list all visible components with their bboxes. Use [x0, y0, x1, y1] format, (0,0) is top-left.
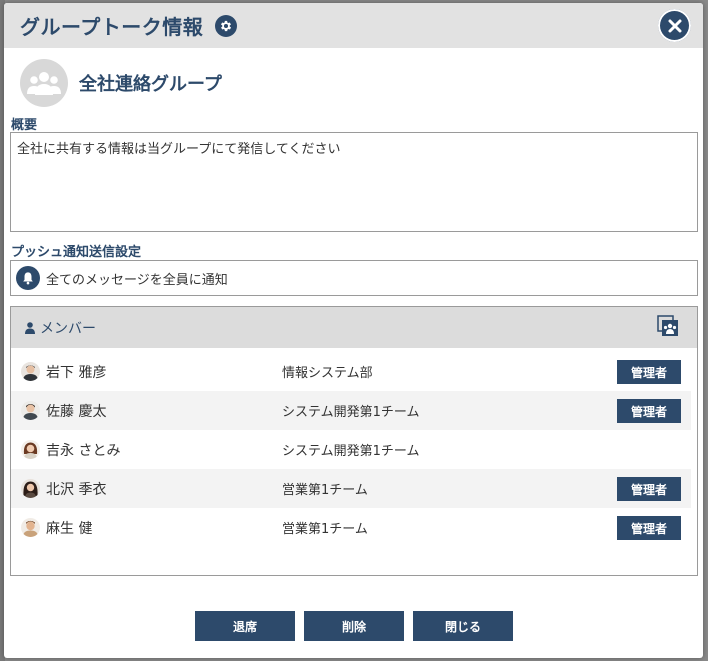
- member-dept: システム開発第1チーム: [282, 405, 420, 420]
- group-summary: 全社連絡グループ: [20, 58, 222, 108]
- group-name: 全社連絡グループ: [79, 74, 222, 95]
- dialog-title: グループトーク情報: [20, 15, 204, 39]
- table-row[interactable]: 岩下 雅彦 情報システム部 管理者: [11, 352, 691, 391]
- table-row[interactable]: 吉永 さとみ システム開発第1チーム: [11, 430, 691, 469]
- leave-button[interactable]: 退席: [195, 611, 295, 641]
- close-button[interactable]: 閉じる: [413, 611, 513, 641]
- member-avatar: [21, 518, 40, 537]
- dialog-header: グループトーク情報: [4, 3, 703, 48]
- admin-badge: 管理者: [617, 399, 681, 423]
- close-icon[interactable]: [658, 9, 691, 42]
- admin-badge: 管理者: [617, 477, 681, 501]
- member-name: 吉永 さとみ: [46, 442, 121, 459]
- member-avatar: [21, 479, 40, 498]
- members-header: メンバー: [11, 307, 697, 348]
- gear-icon[interactable]: [215, 14, 238, 37]
- delete-button[interactable]: 削除: [304, 611, 404, 641]
- overview-label: 概要: [11, 118, 38, 133]
- table-row[interactable]: 佐藤 慶太 システム開発第1チーム 管理者: [11, 391, 691, 430]
- member-avatar: [21, 362, 40, 381]
- member-dept: 営業第1チーム: [282, 522, 368, 537]
- member-name: 佐藤 慶太: [46, 403, 107, 420]
- group-talk-info-dialog: グループトーク情報 全社連絡グループ 概要 全社に共有する情報は当グループにて発…: [4, 3, 703, 658]
- member-avatar: [21, 401, 40, 420]
- member-dept: 営業第1チーム: [282, 483, 368, 498]
- overview-textarea[interactable]: 全社に共有する情報は当グループにて発信してください: [10, 132, 698, 232]
- group-users-icon: [20, 59, 68, 107]
- table-row[interactable]: 麻生 健 営業第1チーム 管理者: [11, 508, 691, 547]
- members-title: メンバー: [40, 320, 96, 337]
- member-name: 麻生 健: [46, 520, 93, 537]
- push-setting-value: 全てのメッセージを全員に通知: [46, 272, 228, 288]
- bell-icon: [16, 266, 40, 290]
- member-name: 北沢 季衣: [46, 481, 107, 498]
- push-setting-label: プッシュ通知送信設定: [11, 245, 142, 260]
- members-panel: メンバー 岩下 雅彦 情報システム部 管理者 佐藤 慶太 システム開発第1チーム…: [10, 306, 698, 576]
- member-list: 岩下 雅彦 情報システム部 管理者 佐藤 慶太 システム開発第1チーム 管理者 …: [11, 352, 697, 547]
- user-icon: [25, 321, 35, 334]
- member-dept: 情報システム部: [282, 366, 373, 381]
- member-manage-icon[interactable]: [657, 315, 679, 337]
- member-avatar: [21, 440, 40, 459]
- push-setting-field[interactable]: 全てのメッセージを全員に通知: [10, 260, 698, 296]
- table-row[interactable]: 北沢 季衣 営業第1チーム 管理者: [11, 469, 691, 508]
- admin-badge: 管理者: [617, 516, 681, 540]
- admin-badge: 管理者: [617, 360, 681, 384]
- member-name: 岩下 雅彦: [46, 364, 107, 381]
- member-dept: システム開発第1チーム: [282, 444, 420, 459]
